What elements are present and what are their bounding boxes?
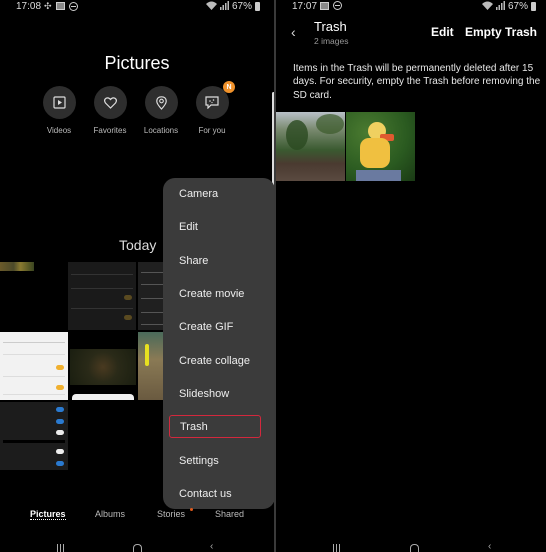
edit-button[interactable]: Edit [431,25,454,39]
new-badge: N [223,81,235,93]
status-bar: 17:08 ✣ 67% [0,0,274,14]
home-icon[interactable] [133,544,142,552]
quick-link-for-you[interactable]: N For you [195,81,235,135]
menu-item-settings[interactable]: Settings [169,449,261,472]
recents-icon[interactable] [333,544,340,552]
page-title: Pictures [104,53,170,73]
status-time: 17:08 [16,1,42,12]
image-notification-icon [55,2,65,10]
stories-new-dot [190,508,193,511]
photo-thumbnail[interactable] [70,332,136,400]
tab-stories[interactable]: Stories [157,509,185,519]
quick-link-label: Locations [143,126,179,135]
heart-icon [103,96,117,109]
quick-link-locations[interactable]: Locations [144,86,178,135]
bottom-tab-bar: Pictures Albums Stories Shared [0,508,274,523]
quick-link-label: Videos [46,126,72,135]
for-you-icon [205,96,219,109]
quick-link-videos[interactable]: Videos [42,86,76,135]
quick-link-label: For you [198,126,226,135]
signal-icon [219,1,229,12]
location-pin-icon [155,95,167,110]
wifi-icon [205,1,217,12]
home-icon[interactable] [410,544,419,552]
photo-thumbnail[interactable] [0,262,34,271]
page-title: Trash [314,19,347,34]
image-notification-icon [320,1,329,10]
menu-item-slideshow[interactable]: Slideshow [169,382,261,405]
gallery-pictures-screen: 17:08 ✣ 67% Pictures Videos Favorites Lo… [0,0,274,552]
battery-percent: 67% [231,1,252,12]
wifi-icon [481,1,493,12]
trash-info-text: Items in the Trash will be permanently d… [293,63,541,101]
battery-percent: 67% [507,1,528,12]
trash-grid [276,112,415,181]
section-header-today: Today [119,237,157,253]
trash-photo-duck-statue[interactable] [346,112,415,181]
menu-item-edit[interactable]: Edit [169,215,261,238]
photo-thumbnail[interactable] [68,262,136,330]
quick-link-favorites[interactable]: Favorites [93,86,127,135]
menu-item-share[interactable]: Share [169,249,261,272]
image-count: 2 images [314,36,349,46]
trash-photo-trees[interactable] [276,112,345,181]
pinwheel-icon: ✣ [44,1,52,11]
menu-item-create-gif[interactable]: Create GIF [169,315,261,338]
empty-trash-button[interactable]: Empty Trash [465,25,537,39]
back-nav-icon[interactable]: ‹ [488,542,491,552]
photo-thumbnail[interactable] [0,402,68,470]
do-not-disturb-icon [68,1,78,11]
back-nav-icon[interactable]: ‹ [210,542,213,552]
trash-screen: 17:07 67% ‹ Trash 2 images Edit Empty Tr… [276,0,546,552]
photo-thumbnail[interactable] [0,332,68,400]
navigation-bar: ‹ [0,538,274,552]
menu-item-contact-us[interactable]: Contact us [169,482,261,505]
menu-item-camera[interactable]: Camera [169,182,261,205]
video-icon [52,96,66,109]
tab-albums[interactable]: Albums [95,509,125,519]
status-bar: 17:07 67% [276,0,546,14]
trash-header: ‹ Trash 2 images Edit Empty Trash [276,18,546,48]
signal-icon [495,1,505,12]
quick-links: Videos Favorites Locations N For you [42,81,235,135]
menu-item-create-collage[interactable]: Create collage [169,349,261,372]
tab-pictures[interactable]: Pictures [30,509,66,520]
recents-icon[interactable] [57,544,64,552]
navigation-bar: ‹ [276,538,546,552]
battery-icon [531,2,536,11]
status-time: 17:07 [292,1,318,12]
quick-link-label: Favorites [93,126,127,135]
do-not-disturb-icon [333,1,342,10]
menu-item-create-movie[interactable]: Create movie [169,282,261,305]
back-arrow-icon[interactable]: ‹ [291,24,296,40]
tab-shared[interactable]: Shared [215,509,244,519]
overflow-menu: Camera Edit Share Create movie Create GI… [163,178,274,509]
battery-icon [255,2,260,11]
menu-item-trash[interactable]: Trash [169,415,261,438]
